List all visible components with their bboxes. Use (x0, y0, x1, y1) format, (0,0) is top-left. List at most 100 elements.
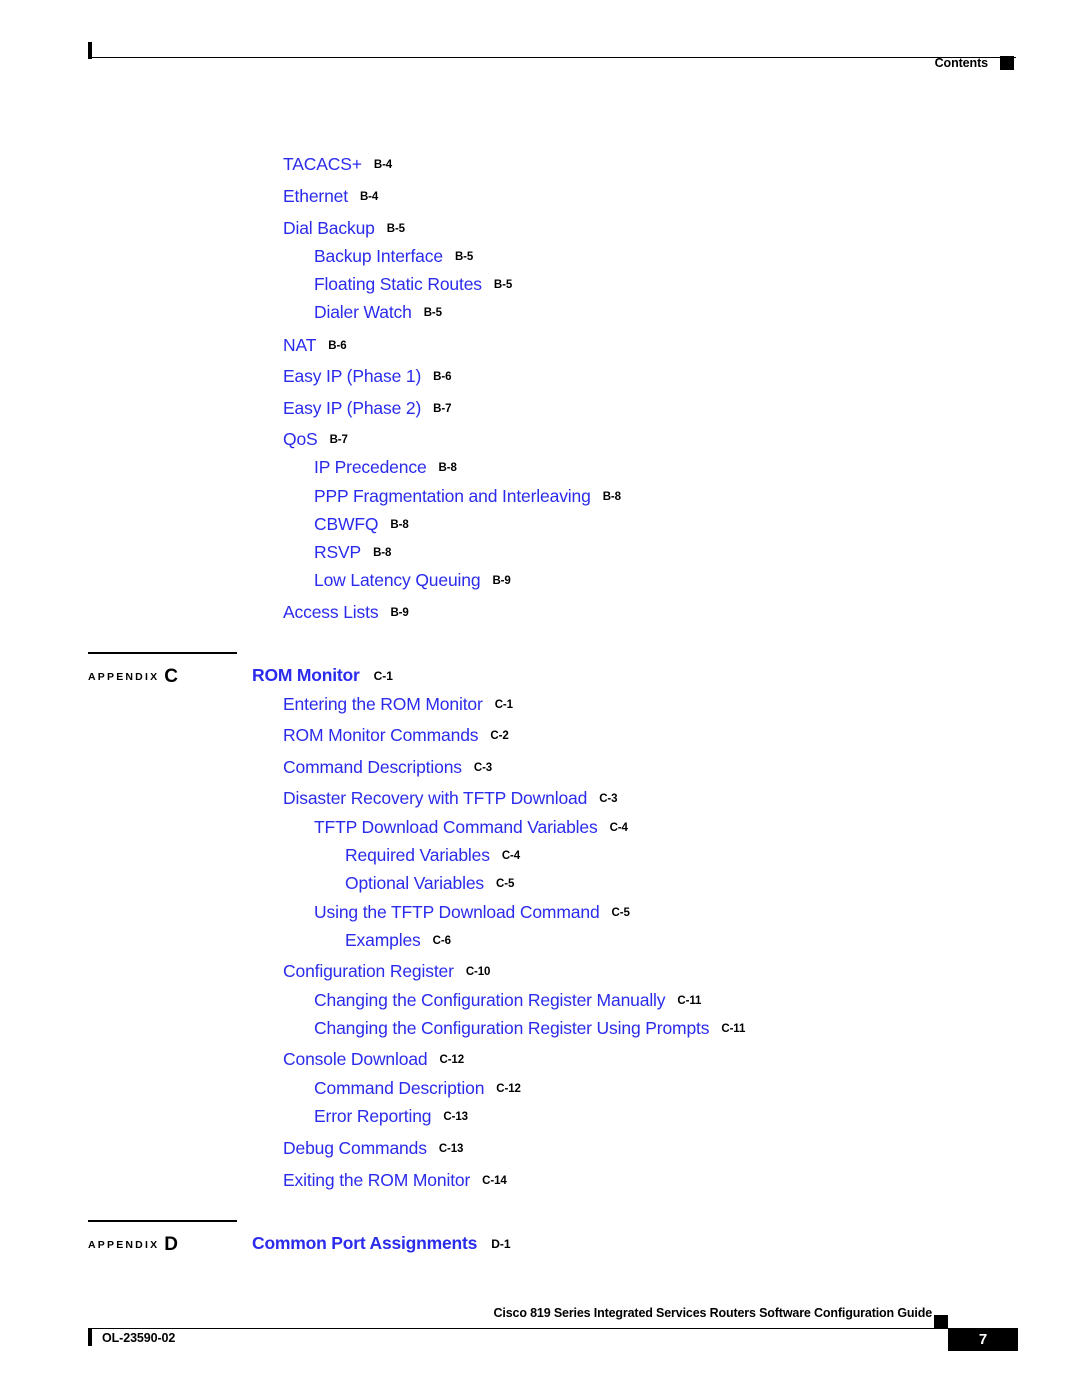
toc-entry-page-number: B-8 (438, 462, 457, 474)
toc-entry-page-number: B-6 (433, 371, 452, 383)
toc-entry-title[interactable]: Low Latency Queuing (314, 570, 481, 590)
toc-entry-page-number: C-5 (496, 878, 515, 890)
toc-entry[interactable]: Changing the Configuration Register Manu… (314, 990, 701, 1010)
toc-entry-page-number: B-5 (386, 223, 405, 235)
toc-entry[interactable]: Changing the Configuration Register Usin… (314, 1018, 746, 1038)
toc-entry-page-number: B-4 (359, 191, 379, 203)
toc-entry-page-number: C-12 (439, 1054, 465, 1066)
toc-entry-title[interactable]: ROM Monitor Commands (283, 725, 479, 745)
toc-entry[interactable]: Error Reporting C-13 (314, 1106, 468, 1126)
toc-entry-title[interactable]: Easy IP (Phase 2) (283, 398, 421, 418)
toc-entry-title[interactable]: TFTP Download Command Variables (314, 817, 598, 837)
toc-entry-title[interactable]: Entering the ROM Monitor (283, 694, 483, 714)
page-number-badge: 7 (948, 1328, 1018, 1351)
toc-entry-title[interactable]: Using the TFTP Download Command (314, 902, 600, 922)
toc-entry-title[interactable]: Ethernet (283, 186, 348, 206)
toc-entry-page-number: B-9 (492, 575, 511, 587)
toc-entry[interactable]: Low Latency Queuing B-9 (314, 570, 511, 590)
toc-entry-title[interactable]: Changing the Configuration Register Manu… (314, 990, 666, 1010)
toc-entry-title[interactable]: Configuration Register (283, 961, 454, 981)
toc-entry-page-number: B-8 (390, 519, 409, 531)
toc-entry[interactable]: RSVP B-8 (314, 542, 392, 562)
toc-entry-title[interactable]: Error Reporting (314, 1106, 432, 1126)
header-section-label: Contents (934, 56, 988, 70)
toc-entry-title[interactable]: CBWFQ (314, 514, 379, 534)
toc-entry-title[interactable]: NAT (283, 335, 316, 355)
toc-entry[interactable]: Ethernet B-4 (283, 186, 379, 206)
toc-entry-page-number: C-4 (501, 850, 521, 862)
toc-entry-title[interactable]: IP Precedence (314, 457, 427, 477)
toc-entry-title[interactable]: Command Description (314, 1078, 484, 1098)
toc-entry[interactable]: Command Descriptions C-3 (283, 757, 492, 777)
toc-entry-title[interactable]: Examples (345, 930, 421, 950)
toc-entry[interactable]: Optional Variables C-5 (345, 873, 515, 893)
toc-entry-page-number: B-8 (373, 547, 392, 559)
toc-entry-page-number: C-10 (465, 966, 491, 978)
toc-entry[interactable]: Dialer Watch B-5 (314, 302, 442, 322)
toc-entry[interactable]: TFTP Download Command Variables C-4 (314, 817, 628, 837)
black-square-icon (1000, 56, 1014, 70)
toc-entry-page-number: B-6 (328, 340, 347, 352)
toc-entry-title[interactable]: Exiting the ROM Monitor (283, 1170, 470, 1190)
toc-entry-title[interactable]: Disaster Recovery with TFTP Download (283, 788, 587, 808)
toc-entry-page-number: C-12 (496, 1083, 521, 1095)
toc-entry-title[interactable]: Optional Variables (345, 873, 484, 893)
toc-entry[interactable]: Dial Backup B-5 (283, 218, 405, 238)
header-divider (92, 57, 1016, 58)
toc-entry[interactable]: PPP Fragmentation and Interleaving B-8 (314, 486, 621, 506)
toc-entry[interactable]: Configuration Register C-10 (283, 961, 491, 981)
toc-entry-title[interactable]: PPP Fragmentation and Interleaving (314, 486, 591, 506)
footer-divider (92, 1328, 948, 1329)
appendix-entry[interactable]: ROM Monitor C-1 (252, 665, 393, 686)
toc-entry-page-number: B-4 (373, 159, 393, 171)
appendix-letter: D (164, 1233, 179, 1255)
appendix-entry-title[interactable]: ROM Monitor (252, 665, 360, 685)
toc-entry-title[interactable]: Console Download (283, 1049, 428, 1069)
page-header: Contents (88, 42, 1016, 82)
toc-entry-title[interactable]: Backup Interface (314, 246, 443, 266)
toc-entry[interactable]: QoS B-7 (283, 429, 348, 449)
toc-entry-title[interactable]: Dial Backup (283, 218, 375, 238)
toc-entry-title[interactable]: Command Descriptions (283, 757, 462, 777)
toc-entry-title[interactable]: Changing the Configuration Register Usin… (314, 1018, 710, 1038)
toc-entry[interactable]: Required Variables C-4 (345, 845, 521, 865)
toc-entry[interactable]: Easy IP (Phase 2) B-7 (283, 398, 452, 418)
toc-entry[interactable]: Debug Commands C-13 (283, 1138, 463, 1158)
toc-entry-page-number: B-7 (329, 434, 348, 446)
toc-entry[interactable]: Using the TFTP Download Command C-5 (314, 902, 630, 922)
toc-entry[interactable]: Console Download C-12 (283, 1049, 465, 1069)
toc-entry-title[interactable]: RSVP (314, 542, 361, 562)
toc-entry-title[interactable]: Debug Commands (283, 1138, 427, 1158)
toc-entry-title[interactable]: QoS (283, 429, 318, 449)
toc-entry-title[interactable]: Easy IP (Phase 1) (283, 366, 421, 386)
appendix-label-word: APPENDIX (88, 1239, 160, 1251)
toc-entry[interactable]: NAT B-6 (283, 335, 347, 355)
toc-entry-page-number: B-5 (423, 307, 442, 319)
toc-entry-title[interactable]: Access Lists (283, 602, 379, 622)
appendix-entry-title[interactable]: Common Port Assignments (252, 1233, 477, 1253)
toc-entry[interactable]: TACACS+ B-4 (283, 154, 393, 174)
toc-entry[interactable]: Floating Static Routes B-5 (314, 274, 512, 294)
toc-entry[interactable]: Command Description C-12 (314, 1078, 521, 1098)
toc-entry[interactable]: Examples C-6 (345, 930, 451, 950)
toc-entry[interactable]: Easy IP (Phase 1) B-6 (283, 366, 452, 386)
toc-entry[interactable]: ROM Monitor Commands C-2 (283, 725, 509, 745)
toc-entry-page-number: C-5 (611, 907, 630, 919)
toc-entry[interactable]: IP Precedence B-8 (314, 457, 457, 477)
appendix-divider (88, 652, 237, 654)
toc-entry-title[interactable]: Floating Static Routes (314, 274, 482, 294)
toc-entry-title[interactable]: Dialer Watch (314, 302, 412, 322)
toc-entry[interactable]: Entering the ROM Monitor C-1 (283, 694, 513, 714)
toc-entry[interactable]: CBWFQ B-8 (314, 514, 409, 534)
toc-entry[interactable]: Exiting the ROM Monitor C-14 (283, 1170, 507, 1190)
toc-entry-page-number: C-11 (721, 1023, 746, 1035)
toc-entry-page-number: C-13 (443, 1111, 468, 1123)
toc-entry-page-number: C-14 (482, 1175, 507, 1187)
toc-entry-title[interactable]: Required Variables (345, 845, 490, 865)
toc-entry[interactable]: Backup Interface B-5 (314, 246, 473, 266)
toc-entry[interactable]: Disaster Recovery with TFTP Download C-3 (283, 788, 618, 808)
toc-entry[interactable]: Access Lists B-9 (283, 602, 409, 622)
page-footer: Cisco 819 Series Integrated Services Rou… (88, 1306, 1018, 1366)
appendix-entry[interactable]: Common Port Assignments D-1 (252, 1233, 511, 1254)
toc-entry-title[interactable]: TACACS+ (283, 154, 362, 174)
